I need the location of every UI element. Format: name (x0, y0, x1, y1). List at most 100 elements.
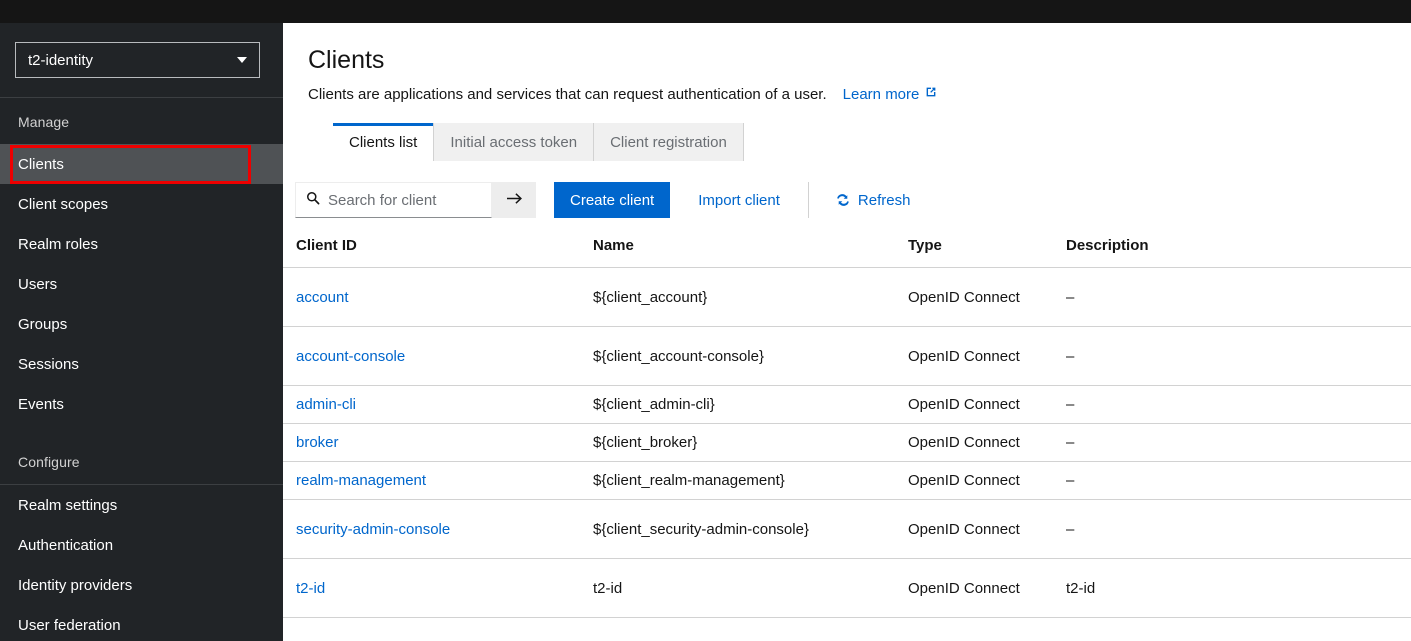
table-header-row: Client ID Name Type Description (283, 237, 1411, 268)
cell-type: OpenID Connect (908, 385, 1066, 424)
page-header: Clients Clients are applications and ser… (283, 23, 1411, 103)
sidebar-item-label: Sessions (18, 355, 79, 373)
tab-bar: Clients list Initial access token Client… (283, 123, 1411, 161)
page-subtitle-row: Clients are applications and services th… (308, 85, 1411, 103)
cell-type: OpenID Connect (908, 461, 1066, 500)
sidebar-item-client-scopes[interactable]: Client scopes (0, 184, 283, 224)
search-icon (306, 191, 320, 210)
sidebar-item-identity-providers[interactable]: Identity providers (0, 565, 283, 605)
cell-description: – (1066, 499, 1411, 559)
sidebar-group-title-manage: Manage (18, 114, 70, 130)
table-row[interactable]: account ${client_account} OpenID Connect… (283, 267, 1411, 327)
sidebar-item-realm-settings[interactable]: Realm settings (0, 485, 283, 525)
table-row[interactable]: security-admin-console ${client_security… (283, 499, 1411, 559)
sync-icon (835, 192, 851, 208)
sidebar-item-label: Client scopes (18, 195, 109, 213)
sidebar-item-groups[interactable]: Groups (0, 304, 283, 344)
table-body: account ${client_account} OpenID Connect… (283, 267, 1411, 618)
column-header-type[interactable]: Type (908, 237, 1066, 268)
tab-client-registration[interactable]: Client registration (594, 123, 744, 161)
import-client-button[interactable]: Import client (688, 182, 790, 218)
realm-selector-value: t2-identity (28, 51, 94, 69)
tab-label: Clients list (349, 133, 418, 151)
sidebar-item-events[interactable]: Events (0, 384, 283, 424)
sidebar-item-realm-roles[interactable]: Realm roles (0, 224, 283, 264)
cell-client-id: broker (283, 423, 593, 462)
cell-type: OpenID Connect (908, 267, 1066, 327)
realm-selector-container: t2-identity (0, 23, 283, 78)
cell-name: ${client_security-admin-console} (593, 499, 908, 559)
cell-type: OpenID Connect (908, 499, 1066, 559)
cell-description: – (1066, 326, 1411, 386)
cell-description: – (1066, 461, 1411, 500)
cell-name: ${client_broker} (593, 423, 908, 462)
cell-name: t2-id (593, 558, 908, 618)
search-box[interactable] (295, 182, 492, 218)
client-link[interactable]: realm-management (296, 472, 426, 489)
sidebar-item-authentication[interactable]: Authentication (0, 525, 283, 565)
cell-name: ${client_realm-management} (593, 461, 908, 500)
sidebar-item-label: Clients (18, 155, 64, 173)
cell-client-id: account-console (283, 326, 593, 386)
sidebar-item-label: Identity providers (18, 576, 133, 594)
cell-name: ${client_account} (593, 267, 908, 327)
learn-more-link[interactable]: Learn more (843, 85, 939, 103)
arrow-right-icon (506, 191, 523, 209)
client-link[interactable]: account-console (296, 348, 405, 365)
cell-description: – (1066, 385, 1411, 424)
column-header-name[interactable]: Name (593, 237, 908, 268)
table-row[interactable]: account-console ${client_account-console… (283, 326, 1411, 386)
cell-type: OpenID Connect (908, 326, 1066, 386)
cell-client-id: realm-management (283, 461, 593, 500)
search-input[interactable] (328, 191, 488, 209)
tab-clients-list[interactable]: Clients list (333, 123, 435, 161)
tab-label: Client registration (610, 133, 727, 151)
sidebar-group-title-configure: Configure (18, 454, 80, 470)
refresh-button[interactable]: Refresh (827, 182, 919, 218)
sidebar-item-label: Events (18, 395, 64, 413)
chevron-down-icon (237, 57, 247, 63)
sidebar-item-label: Authentication (18, 536, 114, 554)
learn-more-label: Learn more (842, 85, 920, 103)
table-row[interactable]: t2-id t2-id OpenID Connect t2-id (283, 558, 1411, 618)
cell-type: OpenID Connect (908, 558, 1066, 618)
sidebar-item-label: Users (18, 275, 58, 293)
clients-table: Client ID Name Type Description account … (283, 237, 1411, 618)
client-link[interactable]: t2-id (296, 580, 325, 597)
table-row[interactable]: admin-cli ${client_admin-cli} OpenID Con… (283, 385, 1411, 424)
sidebar-item-users[interactable]: Users (0, 264, 283, 304)
cell-client-id: security-admin-console (283, 499, 593, 559)
masthead-bar (0, 0, 1411, 23)
column-header-client-id[interactable]: Client ID (283, 237, 593, 268)
sidebar-item-clients[interactable]: Clients (0, 144, 283, 184)
tab-initial-access-token[interactable]: Initial access token (434, 123, 595, 161)
sidebar-item-label: Realm settings (18, 496, 118, 514)
table-row[interactable]: broker ${client_broker} OpenID Connect – (283, 423, 1411, 462)
toolbar-divider (807, 182, 809, 218)
search-group (295, 182, 536, 218)
sidebar-item-label: User federation (18, 616, 121, 634)
client-link[interactable]: security-admin-console (296, 521, 450, 538)
sidebar-item-user-federation[interactable]: User federation (0, 605, 283, 641)
client-link[interactable]: account (296, 289, 349, 306)
cell-name: ${client_account-console} (593, 326, 908, 386)
search-submit-button[interactable] (492, 182, 536, 218)
sidebar-item-label: Groups (18, 315, 68, 333)
table-row[interactable]: realm-management ${client_realm-manageme… (283, 461, 1411, 500)
create-client-button[interactable]: Create client (554, 182, 671, 218)
cell-description: – (1066, 423, 1411, 462)
client-link[interactable]: admin-cli (296, 396, 356, 413)
column-header-description[interactable]: Description (1066, 237, 1411, 268)
sidebar-item-sessions[interactable]: Sessions (0, 344, 283, 384)
tab-label: Initial access token (450, 133, 578, 151)
cell-client-id: t2-id (283, 558, 593, 618)
external-link-icon (924, 85, 938, 103)
cell-client-id: account (283, 267, 593, 327)
cell-description: t2-id (1066, 558, 1411, 618)
client-link[interactable]: broker (296, 434, 339, 451)
refresh-label: Refresh (857, 191, 911, 209)
page-subtitle: Clients are applications and services th… (308, 85, 827, 103)
realm-selector[interactable]: t2-identity (15, 42, 260, 78)
sidebar: t2-identity Manage Clients Client scopes… (0, 23, 283, 641)
cell-type: OpenID Connect (908, 423, 1066, 462)
